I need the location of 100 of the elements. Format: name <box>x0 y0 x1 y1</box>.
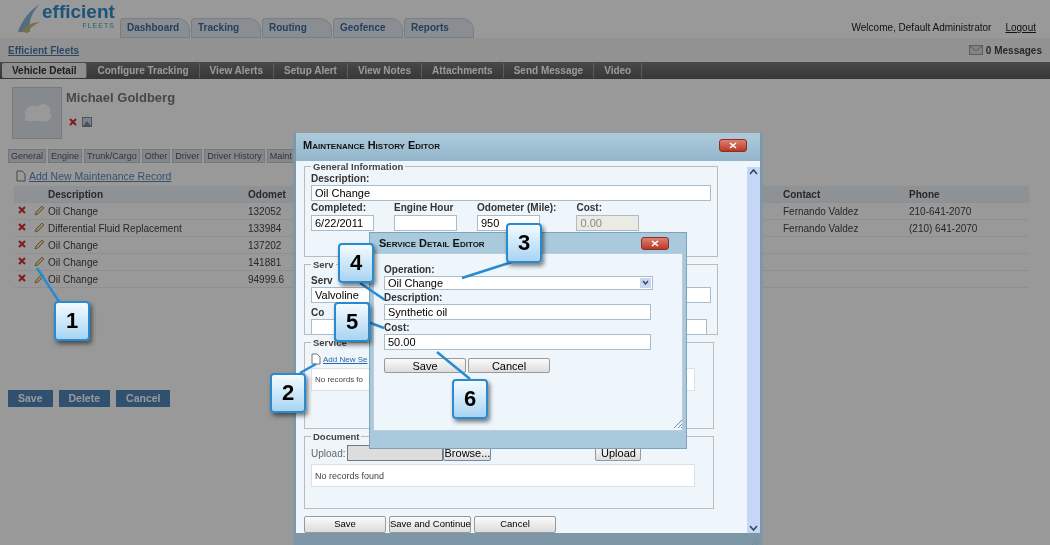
column-header: Odomet <box>248 188 286 200</box>
button[interactable]: Cancel <box>468 358 550 373</box>
tab[interactable]: Maint <box>266 149 295 163</box>
leader-line <box>461 260 513 280</box>
nav-tab[interactable]: Reports <box>404 18 474 38</box>
photo-placeholder <box>12 87 62 139</box>
column-header: Phone <box>909 188 940 200</box>
tab[interactable]: Configure Tracking <box>87 63 200 78</box>
image-icon <box>82 117 92 127</box>
field-label: Serv <box>311 275 333 287</box>
tab[interactable]: Other <box>141 149 171 163</box>
logo-icon <box>16 2 42 34</box>
text-field[interactable]: 6/22/2011 <box>311 215 374 231</box>
field-label: Co <box>311 307 325 319</box>
empty-message: No records found <box>315 470 385 481</box>
nav-tab[interactable]: Dashboard <box>120 18 190 38</box>
table-cell: 210-641-2070 <box>909 205 972 217</box>
tab[interactable]: View Notes <box>347 63 423 78</box>
tab[interactable]: Video <box>594 63 643 78</box>
add-record-link[interactable]: Add New Maintenance Record <box>29 170 172 182</box>
tab[interactable]: General <box>8 149 47 163</box>
button[interactable]: Cancel <box>474 516 556 533</box>
leader-line <box>299 362 317 375</box>
column-header: Description <box>48 188 103 200</box>
nav-tab[interactable]: Tracking <box>191 18 261 38</box>
delete-icon <box>17 239 27 249</box>
field-label: Description: <box>311 173 370 185</box>
step-number-badge: 6 <box>452 379 488 419</box>
step-number-badge: 1 <box>54 301 90 341</box>
add-service-link[interactable]: Add New Se <box>323 354 368 364</box>
messages-count[interactable]: 0 Messages <box>985 44 1042 56</box>
field-label: Cost: <box>384 322 410 334</box>
text-field[interactable] <box>394 215 457 231</box>
pencil-icon <box>33 239 45 251</box>
button[interactable]: Save <box>304 516 386 533</box>
pencil-icon <box>33 256 45 268</box>
field-label: Odometer (Mile): <box>477 202 557 214</box>
table-cell: Oil Change <box>48 256 99 268</box>
leader-line <box>359 281 386 302</box>
delete-icon <box>17 222 27 232</box>
tab[interactable]: Driver <box>172 149 203 163</box>
tab[interactable]: Attachments <box>422 63 504 78</box>
pencil-icon <box>33 273 45 285</box>
logo-wordmark: efficient <box>42 2 115 22</box>
tab[interactable]: Send Message <box>503 63 595 78</box>
close-icon <box>729 141 737 149</box>
text-field[interactable]: 50.00 <box>384 334 651 350</box>
dialog-title: Maintenance History Editor <box>303 139 441 151</box>
welcome-text: Welcome, Default Administrator <box>851 22 992 33</box>
column-header: Contact <box>783 188 821 200</box>
tab[interactable]: Driver History <box>204 149 265 163</box>
delete-icon <box>17 205 27 215</box>
table-cell: 141881 <box>248 256 282 268</box>
text-field[interactable]: Synthetic oil <box>384 304 651 320</box>
button[interactable]: Save and Continue <box>389 516 471 533</box>
tab[interactable]: Vehicle Detail <box>2 63 88 78</box>
dialog-title: Service Detail Editor <box>379 237 485 249</box>
table-cell: Oil Change <box>48 205 99 217</box>
scroll-down-icon <box>748 523 759 533</box>
tab[interactable]: Trunk/Cargo <box>84 149 140 163</box>
table-cell: Oil Change <box>48 239 99 251</box>
vehicle-name: Michael Goldberg <box>66 90 176 105</box>
delete-icon <box>17 273 27 283</box>
tab[interactable]: View Alerts <box>199 63 274 78</box>
tab[interactable]: Engine <box>48 149 83 163</box>
field-label: Engine Hour <box>394 202 454 214</box>
step-number-badge: 4 <box>338 243 374 283</box>
logout-link[interactable]: Logout <box>1005 22 1036 33</box>
button[interactable]: Save <box>8 390 53 407</box>
dropdown[interactable]: Oil Change <box>384 276 653 290</box>
leader-line <box>35 267 62 304</box>
table-cell: Differential Fluid Replacement <box>48 222 182 234</box>
button[interactable]: Cancel <box>116 390 171 407</box>
nav-tab[interactable]: Routing <box>262 18 332 38</box>
tab[interactable]: Setup Alert <box>273 63 348 78</box>
scrollbar[interactable] <box>747 167 760 533</box>
table-cell: Fernando Valdez <box>783 205 859 217</box>
close-button[interactable] <box>719 138 747 152</box>
button[interactable]: Save <box>384 358 466 373</box>
field-label: Operation: <box>384 264 435 276</box>
field-label: Completed: <box>311 202 366 214</box>
table-cell: 133984 <box>248 222 282 234</box>
step-number-badge: 2 <box>270 373 306 413</box>
field-label: Description: <box>384 292 443 304</box>
nav-tab[interactable]: Geofence <box>333 18 403 38</box>
table-cell: Oil Change <box>48 273 99 285</box>
empty-message: No records fo <box>315 375 364 384</box>
scroll-up-icon <box>748 167 759 177</box>
document-icon <box>311 353 321 365</box>
field-label: Upload: <box>311 447 346 459</box>
breadcrumb-link[interactable]: Efficient Fleets <box>8 44 80 56</box>
delete-icon <box>17 256 27 266</box>
field-label: Cost: <box>576 202 602 214</box>
button[interactable]: Delete <box>58 390 111 407</box>
close-button[interactable] <box>641 236 669 250</box>
text-field[interactable]: Oil Change <box>311 185 711 201</box>
resize-grip-icon <box>671 417 683 429</box>
close-icon <box>651 239 659 247</box>
step-number-badge: 5 <box>334 302 370 342</box>
table-cell: 137202 <box>248 239 282 251</box>
